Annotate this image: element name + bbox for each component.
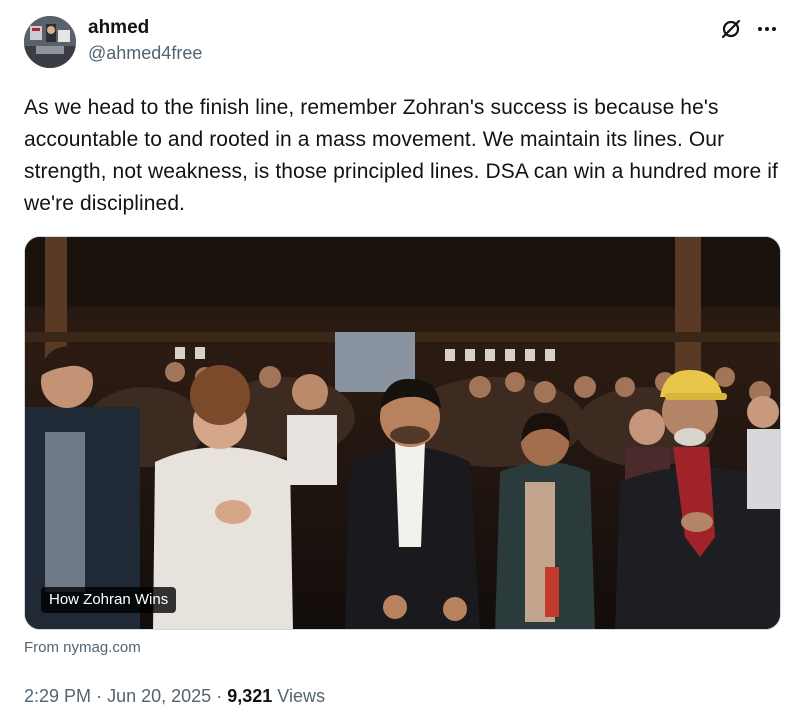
tweet-meta: 2:29 PM · Jun 20, 2025 · 9,321 Views <box>24 684 325 708</box>
top-actions <box>720 18 778 40</box>
views-label: Views <box>277 686 325 706</box>
views-count: 9,321 <box>227 686 273 706</box>
tweet: ahmed @ahmed4free As we head to the fini… <box>0 0 800 728</box>
handle[interactable]: @ahmed4free <box>88 40 202 66</box>
avatar-image <box>24 16 76 68</box>
tweet-date[interactable]: Jun 20, 2025 <box>107 686 211 706</box>
grok-icon[interactable] <box>720 18 742 40</box>
meta-separator: · <box>96 686 103 706</box>
media-image[interactable]: How Zohran Wins <box>24 236 781 630</box>
avatar[interactable] <box>24 16 76 68</box>
meta-separator: · <box>216 686 223 706</box>
link-source[interactable]: From nymag.com <box>24 638 141 658</box>
media-caption: How Zohran Wins <box>41 587 177 613</box>
crowd-photo <box>25 237 780 629</box>
tweet-time[interactable]: 2:29 PM <box>24 686 91 706</box>
more-icon[interactable] <box>756 18 778 40</box>
tweet-text: As we head to the finish line, remember … <box>24 96 778 215</box>
display-name[interactable]: ahmed <box>88 16 202 40</box>
author-block: ahmed @ahmed4free <box>88 16 202 66</box>
